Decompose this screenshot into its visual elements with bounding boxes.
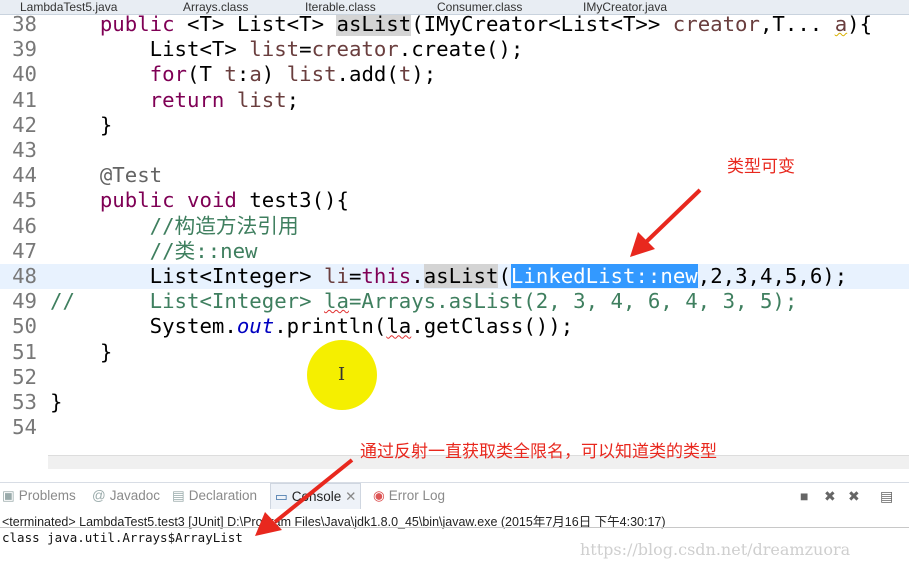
annotation-type-variable: 类型可变 xyxy=(727,157,795,176)
annotation-arrows xyxy=(255,188,702,536)
arrow-1 xyxy=(630,188,702,257)
arrow-2 xyxy=(255,458,354,536)
annotation-reflection: 通过反射一直获取类全限名，可以知道类的类型 xyxy=(360,442,717,461)
